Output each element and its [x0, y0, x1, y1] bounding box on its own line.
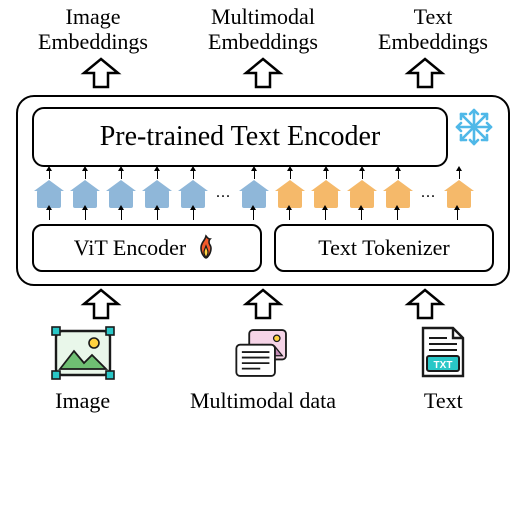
input-image: Image — [49, 324, 117, 414]
input-text-label: Text — [424, 388, 463, 414]
image-token — [70, 171, 100, 208]
vit-encoder: ViT Encoder — [32, 224, 262, 272]
sub-modules-row: ViT Encoder Text Tokenizer — [32, 224, 494, 272]
model-container: Pre-trained Text Encoder — [16, 95, 510, 286]
label-text: TextEmbeddings — [378, 4, 488, 54]
image-token — [239, 171, 269, 208]
image-icon — [49, 324, 117, 382]
small-up-arrow-icon — [49, 210, 50, 220]
output-multimodal-embeddings: MultimodalEmbeddings — [183, 4, 343, 55]
small-up-arrow-icon — [121, 210, 122, 220]
pretrained-text-encoder: Pre-trained Text Encoder — [32, 107, 448, 167]
ellipsis: ... — [419, 184, 438, 208]
fire-icon — [192, 234, 220, 262]
small-up-arrow-icon — [85, 210, 86, 220]
up-arrow-icon — [240, 57, 286, 91]
up-arrow-icon — [78, 288, 124, 322]
label-text: ImageEmbeddings — [38, 4, 148, 54]
text-token — [275, 171, 305, 208]
input-multimodal-label: Multimodal data — [190, 388, 336, 414]
up-arrow-icon — [402, 288, 448, 322]
output-labels-row: ImageEmbeddings MultimodalEmbeddings Tex… — [0, 0, 526, 55]
up-arrow-icon — [240, 288, 286, 322]
token-row: ... ... — [32, 171, 494, 208]
text-token — [383, 171, 413, 208]
small-up-arrow-icon — [253, 210, 254, 220]
text-encoder-row: Pre-trained Text Encoder — [32, 107, 494, 167]
svg-text:TXT: TXT — [434, 360, 453, 371]
ellipsis: ... — [214, 184, 233, 208]
inputs-row: Image Multimodal data — [0, 324, 526, 414]
output-image-embeddings: ImageEmbeddings — [13, 4, 173, 55]
input-text: TXT Text — [409, 324, 477, 414]
text-token — [444, 171, 474, 208]
sub-arrows-row — [32, 210, 494, 220]
encoder-label: Pre-trained Text Encoder — [100, 121, 381, 152]
label-text: MultimodalEmbeddings — [208, 4, 318, 54]
image-token — [106, 171, 136, 208]
text-tokenizer: Text Tokenizer — [274, 224, 494, 272]
input-arrows-row — [0, 286, 526, 324]
image-token — [178, 171, 208, 208]
small-up-arrow-icon — [157, 210, 158, 220]
up-arrow-icon — [78, 57, 124, 91]
up-arrow-icon — [402, 57, 448, 91]
output-arrows-row — [0, 55, 526, 93]
multimodal-icon — [229, 324, 297, 382]
input-multimodal: Multimodal data — [190, 324, 336, 414]
image-token — [142, 171, 172, 208]
image-token — [34, 171, 64, 208]
small-up-arrow-icon — [457, 210, 458, 220]
tokenizer-label: Text Tokenizer — [318, 235, 450, 261]
small-up-arrow-icon — [361, 210, 362, 220]
small-up-arrow-icon — [289, 210, 290, 220]
input-image-label: Image — [55, 388, 110, 414]
text-icon: TXT — [409, 324, 477, 382]
small-up-arrow-icon — [193, 210, 194, 220]
small-up-arrow-icon — [325, 210, 326, 220]
small-up-arrow-icon — [397, 210, 398, 220]
text-token — [347, 171, 377, 208]
snowflake-icon — [454, 107, 494, 147]
text-token — [311, 171, 341, 208]
vit-label: ViT Encoder — [74, 235, 187, 261]
output-text-embeddings: TextEmbeddings — [353, 4, 513, 55]
